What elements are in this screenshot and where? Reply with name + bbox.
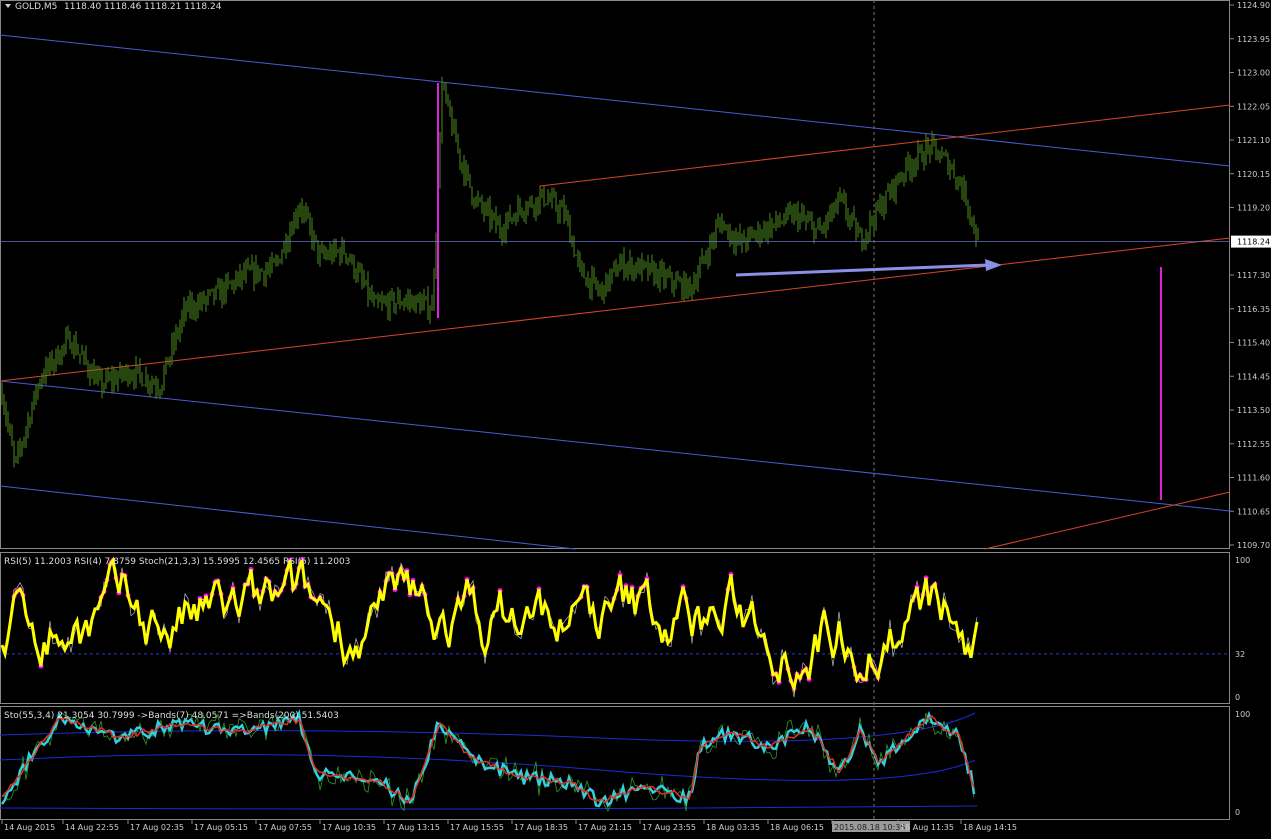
price-tick-label: 1123.00 bbox=[1237, 69, 1270, 78]
rsi-panel: 100 32 0 bbox=[0, 556, 1250, 702]
price-tick-label: 1124.90 bbox=[1237, 1, 1270, 10]
sto-tick-label: 0 bbox=[1235, 808, 1240, 817]
time-axis: 14 Aug 2015 14 Aug 22:55 17 Aug 02:35 17 Au… bbox=[1, 820, 1017, 832]
rsi-tick-label: 100 bbox=[1235, 556, 1250, 565]
drawing-objects bbox=[437, 83, 1162, 500]
time-tick-label: 17 Aug 02:35 bbox=[130, 823, 184, 832]
time-tick-label: 14 Aug 22:55 bbox=[65, 823, 119, 832]
price-tick-label: 1116.35 bbox=[1237, 305, 1270, 314]
sto-tick-label: 100 bbox=[1235, 710, 1250, 719]
price-tick-label: 1110.65 bbox=[1237, 507, 1270, 516]
time-tick-label: 17 Aug 21:15 bbox=[578, 823, 632, 832]
time-highlight-label: 2015.08.18 10:35 bbox=[834, 823, 905, 832]
time-tick-label: 18 Aug 06:15 bbox=[770, 823, 824, 832]
band-lower-line bbox=[0, 805, 978, 810]
channel-middle-blue-line bbox=[0, 380, 1231, 512]
time-tick-label: 17 Aug 15:55 bbox=[450, 823, 504, 832]
sto-main-line bbox=[0, 708, 976, 808]
channel-upper-blue-line bbox=[0, 34, 1231, 167]
time-tick-label: 18 Aug 14:15 bbox=[963, 823, 1017, 832]
time-tick-label: 17 Aug 18:35 bbox=[514, 823, 568, 832]
time-tick-label: 18 Aug 11:35 bbox=[900, 823, 954, 832]
rsi-line bbox=[0, 556, 979, 694]
symbol-label: GOLD,M5 bbox=[15, 2, 57, 12]
rsi-tick-label: 0 bbox=[1235, 693, 1240, 702]
rsi-panel-frame bbox=[0, 552, 1230, 704]
sto-panel-label: Sto(55,3,4) 21.3054 30.7999 ->Bands(7) 4… bbox=[4, 711, 339, 721]
price-tick-label: 1120.15 bbox=[1237, 170, 1270, 179]
time-tick-label: 17 Aug 23:55 bbox=[642, 823, 696, 832]
price-tick-label: 1115.40 bbox=[1237, 339, 1270, 348]
price-tick-label: 1119.20 bbox=[1237, 204, 1270, 213]
price-panel-frame bbox=[0, 0, 1230, 549]
channel-lower-blue-line bbox=[0, 485, 576, 550]
chart-header: GOLD,M5 1118.40 1118.46 1118.21 1118.24 bbox=[5, 2, 222, 12]
time-tick-label: 14 Aug 2015 bbox=[4, 823, 55, 832]
time-tick-label: 17 Aug 10:35 bbox=[322, 823, 376, 832]
price-tick-label: 1121.10 bbox=[1237, 136, 1270, 145]
rsi-panel-label: RSI(5) 11.2003 RSI(4) 7.8759 Stoch(21,3,… bbox=[4, 557, 350, 567]
time-tick-label: 17 Aug 13:15 bbox=[386, 823, 440, 832]
price-tick-label: 1112.55 bbox=[1237, 440, 1270, 449]
price-tick-label: 1123.95 bbox=[1237, 35, 1270, 44]
trend-arrow-line bbox=[735, 263, 989, 277]
time-tick-label: 17 Aug 07:55 bbox=[258, 823, 312, 832]
price-tick-label: 1114.45 bbox=[1237, 372, 1270, 381]
price-tick-label: 1117.30 bbox=[1237, 271, 1270, 280]
price-tick-label: 1122.05 bbox=[1237, 102, 1270, 111]
time-tick-label: 18 Aug 03:35 bbox=[706, 823, 760, 832]
current-price-label: 1118.24 bbox=[1237, 238, 1270, 247]
trading-chart: GOLD,M5 1118.40 1118.46 1118.21 1118.24 … bbox=[0, 0, 1271, 832]
ohlc-readout: 1118.40 1118.46 1118.21 1118.24 bbox=[64, 2, 222, 12]
channel-bottom-red-line bbox=[984, 491, 1231, 550]
price-tick-label: 1111.60 bbox=[1237, 474, 1270, 483]
arrow-head-icon bbox=[985, 259, 1002, 271]
rsi-tick-label: 32 bbox=[1235, 650, 1245, 659]
price-tick-label: 1113.50 bbox=[1237, 406, 1270, 415]
time-tick-label: 17 Aug 05:15 bbox=[194, 823, 248, 832]
channel-upper-red-line bbox=[539, 104, 1231, 187]
sto-panel: 100 0 bbox=[0, 708, 1250, 817]
price-tick-label: 1109.70 bbox=[1237, 541, 1270, 550]
trend-channels bbox=[0, 34, 1231, 550]
dropdown-triangle-icon[interactable] bbox=[5, 4, 11, 8]
